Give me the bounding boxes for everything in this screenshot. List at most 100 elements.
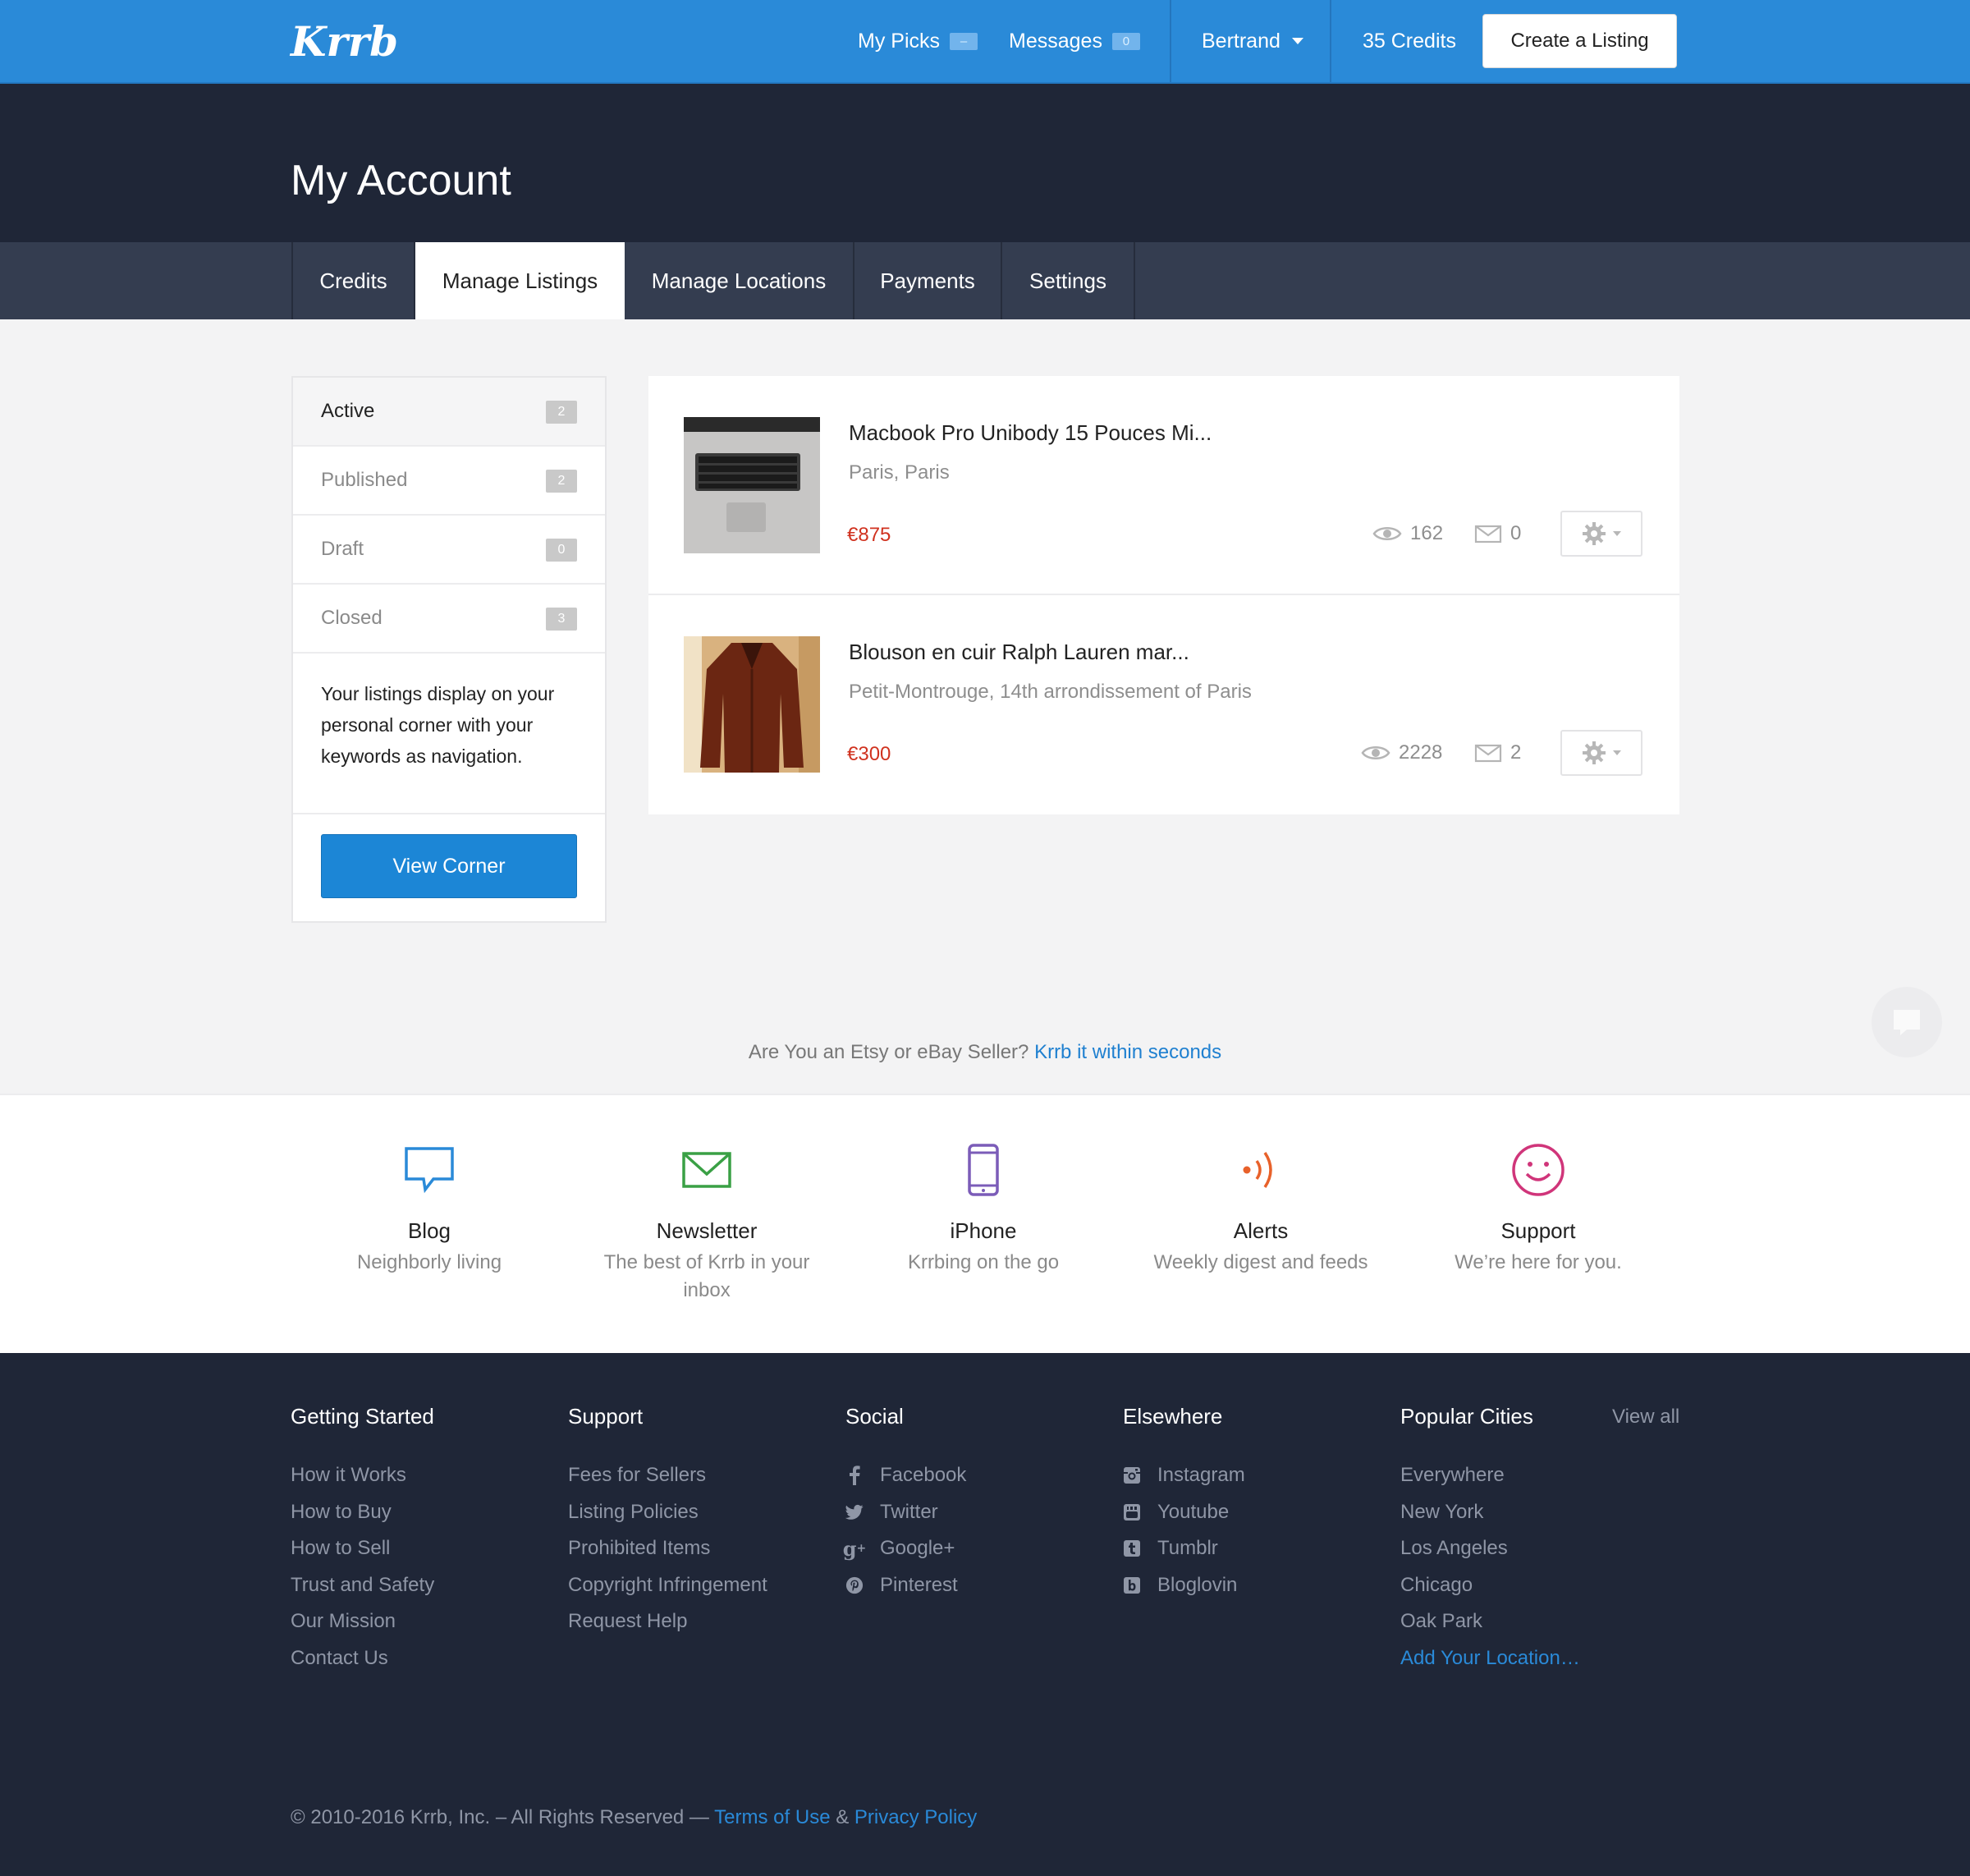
site-footer: Getting Started How it Works How to Buy … (0, 1353, 1970, 1876)
envelope-icon (1474, 744, 1502, 763)
twitter-icon (845, 1503, 864, 1521)
messages-link[interactable]: Messages 0 (1009, 0, 1140, 82)
footer-link-listing-policies[interactable]: Listing Policies (568, 1494, 767, 1531)
youtube-icon (1123, 1503, 1141, 1521)
chat-icon (1894, 1010, 1920, 1035)
facebook-icon (845, 1465, 864, 1486)
promo-link[interactable]: Krrb it within seconds (1034, 1041, 1221, 1063)
elsewhere-label: Youtube (1157, 1500, 1230, 1523)
user-menu[interactable]: Bertrand (1202, 0, 1303, 82)
filter-published[interactable]: Published 2 (293, 447, 605, 516)
footer-getting-started: Getting Started How it Works How to Buy … (291, 1404, 434, 1676)
tab-credits[interactable]: Credits (291, 242, 415, 319)
feature-alerts[interactable]: Alerts Weekly digest and feeds (1138, 1140, 1384, 1277)
footer-link-chicago[interactable]: Chicago (1400, 1567, 1580, 1604)
footer-link-google-plus[interactable]: g + Google+ (843, 1530, 966, 1567)
messages-label: Messages (1009, 29, 1102, 53)
eye-icon (1372, 527, 1402, 540)
footer-link-instagram[interactable]: Instagram (1123, 1457, 1245, 1494)
ampersand: & (836, 1806, 850, 1828)
filter-label: Published (321, 469, 408, 491)
footer-link-how-it-works[interactable]: How it Works (291, 1457, 434, 1494)
tab-manage-listings[interactable]: Manage Listings (415, 242, 625, 319)
chevron-down-icon (1613, 750, 1621, 755)
add-location-link[interactable]: Add Your Location… (1400, 1640, 1580, 1677)
chevron-down-icon (1613, 531, 1621, 536)
listing-thumbnail[interactable] (684, 417, 820, 553)
create-listing-button[interactable]: Create a Listing (1482, 14, 1677, 68)
social-label: Facebook (880, 1464, 967, 1487)
footer-heading: Getting Started (291, 1404, 434, 1429)
feature-support[interactable]: Support We’re here for you. (1415, 1140, 1661, 1277)
laptop-photo (684, 417, 820, 553)
view-all-cities-link[interactable]: View all (1612, 1406, 1679, 1429)
feature-newsletter[interactable]: Newsletter The best of Krrb in your inbo… (584, 1140, 830, 1305)
speech-bubble-icon (405, 1147, 454, 1194)
filter-closed[interactable]: Closed 3 (293, 585, 605, 654)
footer-link-facebook[interactable]: Facebook (845, 1457, 966, 1494)
footer-link-los-angeles[interactable]: Los Angeles (1400, 1530, 1580, 1567)
terms-link[interactable]: Terms of Use (714, 1806, 830, 1828)
messages-stat: 2 (1474, 741, 1521, 764)
listing-actions-button[interactable] (1560, 730, 1642, 776)
listing-title[interactable]: Blouson en cuir Ralph Lauren mar... (849, 640, 1189, 665)
svg-text:Krrb: Krrb (289, 17, 398, 66)
nav-divider (1330, 0, 1331, 82)
feature-blog[interactable]: Blog Neighborly living (306, 1140, 552, 1277)
footer-link-how-to-buy[interactable]: How to Buy (291, 1494, 434, 1531)
footer-link-new-york[interactable]: New York (1400, 1494, 1580, 1531)
footer-link-how-to-sell[interactable]: How to Sell (291, 1530, 434, 1567)
listing-title[interactable]: Macbook Pro Unibody 15 Pouces Mi... (849, 420, 1212, 446)
footer-link-copyright[interactable]: Copyright Infringement (568, 1567, 767, 1604)
my-picks-link[interactable]: My Picks – (858, 0, 978, 82)
tab-manage-locations[interactable]: Manage Locations (625, 242, 854, 319)
footer-heading: Elsewhere (1123, 1404, 1223, 1429)
copyright-text: © 2010-2016 Krrb, Inc. – All Rights Rese… (291, 1806, 709, 1828)
filter-active[interactable]: Active 2 (293, 378, 605, 447)
feature-subtitle: Krrbing on the go (907, 1251, 1060, 1273)
feature-title: iPhone (950, 1218, 1017, 1243)
social-label: Twitter (880, 1500, 938, 1523)
social-label: Google+ (880, 1537, 955, 1560)
sidebar-divider (293, 813, 605, 814)
views-count: 2228 (1399, 741, 1443, 764)
footer-link-request-help[interactable]: Request Help (568, 1603, 767, 1640)
footer-link-youtube[interactable]: Youtube (1123, 1494, 1245, 1531)
instagram-icon (1123, 1466, 1141, 1484)
footer-link-fees[interactable]: Fees for Sellers (568, 1457, 767, 1494)
listings-filter-sidebar: Active 2 Published 2 Draft 0 Closed 3 Yo… (291, 376, 607, 923)
footer-link-tumblr[interactable]: Tumblr (1123, 1530, 1245, 1567)
messages-count: 0 (1510, 522, 1522, 544)
footer-link-trust-safety[interactable]: Trust and Safety (291, 1567, 434, 1604)
view-corner-button[interactable]: View Corner (321, 834, 577, 898)
footer-link-prohibited[interactable]: Prohibited Items (568, 1530, 767, 1567)
listing-price: €875 (847, 524, 891, 546)
feature-subtitle: We’re here for you. (1455, 1251, 1622, 1273)
filter-count: 2 (546, 401, 577, 424)
views-count: 162 (1410, 522, 1444, 544)
footer-link-oak-park[interactable]: Oak Park (1400, 1603, 1580, 1640)
credits-link[interactable]: 35 Credits (1363, 0, 1456, 82)
footer-link-everywhere[interactable]: Everywhere (1400, 1457, 1580, 1494)
signal-icon (1243, 1152, 1272, 1188)
tab-settings[interactable]: Settings (1002, 242, 1135, 319)
footer-link-pinterest[interactable]: Pinterest (845, 1567, 966, 1604)
my-picks-badge: – (950, 32, 978, 50)
filter-count: 3 (546, 608, 577, 631)
footer-link-our-mission[interactable]: Our Mission (291, 1603, 434, 1640)
feature-iphone[interactable]: iPhone Krrbing on the go (860, 1140, 1106, 1277)
filter-draft[interactable]: Draft 0 (293, 516, 605, 585)
messages-count: 2 (1510, 741, 1522, 764)
footer-link-contact-us[interactable]: Contact Us (291, 1640, 434, 1677)
privacy-link[interactable]: Privacy Policy (854, 1806, 977, 1828)
chevron-down-icon (1291, 38, 1303, 44)
tab-payments[interactable]: Payments (854, 242, 1002, 319)
elsewhere-label: Instagram (1157, 1464, 1245, 1487)
feature-title: Blog (407, 1218, 451, 1243)
listing-thumbnail[interactable] (684, 636, 820, 773)
krrb-logo[interactable]: Krrb (289, 15, 404, 67)
listing-actions-button[interactable] (1560, 511, 1642, 557)
footer-link-bloglovin[interactable]: Bloglovin (1123, 1567, 1245, 1604)
envelope-icon (1474, 525, 1502, 544)
footer-link-twitter[interactable]: Twitter (845, 1494, 966, 1531)
